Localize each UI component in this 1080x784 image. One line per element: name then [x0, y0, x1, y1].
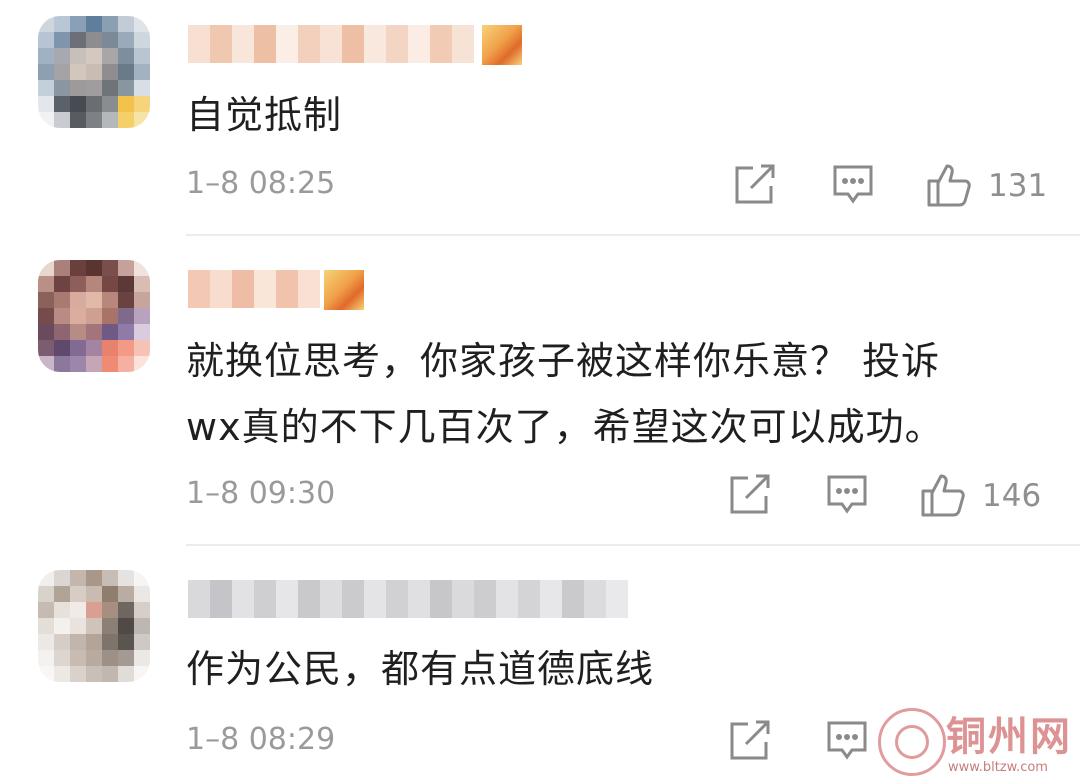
comment-time: 1–8 08:25: [186, 166, 336, 201]
username[interactable]: [188, 270, 364, 310]
thumbs-up-icon[interactable]: [926, 162, 972, 208]
like-count: 146: [982, 478, 1042, 514]
share-icon[interactable]: [728, 720, 772, 762]
watermark-name: 铜州网: [946, 713, 1072, 760]
comment-icon[interactable]: [826, 474, 868, 516]
share-icon[interactable]: [733, 164, 777, 206]
vip-badge-icon: [324, 270, 364, 310]
vip-badge-icon: [482, 25, 522, 65]
comment-icon[interactable]: [826, 720, 868, 762]
avatar[interactable]: [38, 570, 150, 682]
avatar[interactable]: [38, 16, 150, 128]
watermark: 铜州网 www.bltzw.com: [874, 698, 1080, 784]
comment-item: 就换位思考，你家孩子被这样你乐意？ 投诉 wx真的不下几百次了，希望这次可以成功…: [0, 236, 1080, 546]
comment-text-line-2: wx真的不下几百次了，希望这次可以成功。: [186, 405, 944, 449]
comment-item: 自觉抵制 1–8 08:25 131: [0, 0, 1080, 236]
comment-icon[interactable]: [832, 164, 874, 206]
comment-text: 自觉抵制: [186, 93, 343, 137]
watermark-seal-icon: [878, 708, 946, 776]
username[interactable]: [188, 25, 522, 65]
watermark-url: www.bltzw.com: [948, 760, 1048, 775]
thumbs-up-icon[interactable]: [920, 472, 966, 518]
comment-time: 1–8 08:29: [186, 722, 336, 757]
share-icon[interactable]: [728, 474, 772, 516]
comment-time: 1–8 09:30: [186, 476, 336, 511]
comment-text-line-1: 就换位思考，你家孩子被这样你乐意？ 投诉: [186, 339, 941, 383]
username[interactable]: [188, 580, 628, 618]
avatar[interactable]: [38, 260, 150, 372]
comment-text: 作为公民，都有点道德底线: [186, 647, 655, 691]
like-count: 131: [988, 168, 1048, 204]
